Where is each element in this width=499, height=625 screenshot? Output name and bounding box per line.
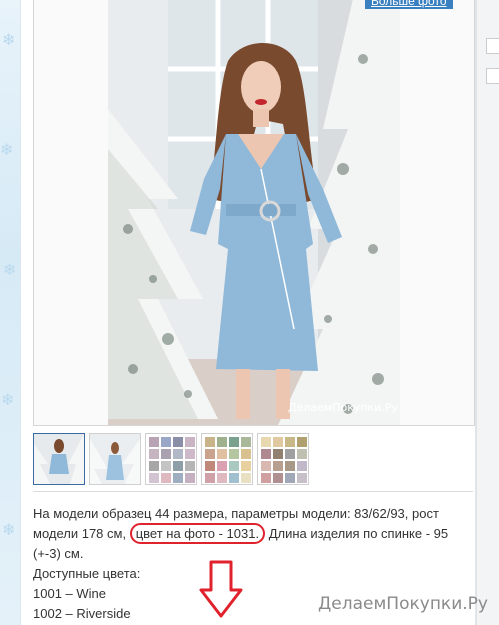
color-swatch	[205, 473, 215, 483]
color-swatch	[241, 449, 251, 459]
color-swatch	[149, 461, 159, 471]
color-swatch	[261, 473, 271, 483]
thumb-image	[90, 434, 140, 484]
color-swatch	[285, 437, 295, 447]
thumb-swatches-2[interactable]	[201, 433, 253, 485]
side-box[interactable]	[486, 38, 499, 54]
color-swatch	[297, 473, 307, 483]
color-swatch	[185, 461, 195, 471]
color-swatch	[149, 437, 159, 447]
snowflake-icon: ❄	[1, 392, 15, 409]
color-swatch	[161, 473, 171, 483]
snowflake-icon: ❄	[0, 142, 14, 159]
photo-color-highlight: цвет на фото - 1031.	[129, 523, 266, 544]
color-swatch	[229, 437, 239, 447]
product-card: ДелаемПокупки.Ру Больше фото На модели о…	[20, 0, 476, 625]
color-swatch	[273, 473, 283, 483]
color-swatch	[161, 461, 171, 471]
snowflake-icon: ❄	[2, 32, 16, 49]
color-swatch-grid	[149, 437, 195, 483]
color-swatch	[217, 437, 227, 447]
more-photos-link[interactable]: Больше фото	[365, 0, 453, 9]
thumb-photo-2[interactable]	[89, 433, 141, 485]
color-swatch	[229, 473, 239, 483]
color-swatch	[149, 449, 159, 459]
site-watermark: ДелаемПокупки.Ру	[318, 594, 488, 614]
color-swatch	[241, 473, 251, 483]
color-swatch	[185, 473, 195, 483]
color-swatch	[229, 449, 239, 459]
description-line: На модели образец 44 размера, параметры …	[33, 506, 439, 521]
snowflake-icon: ❄	[3, 262, 17, 279]
color-swatch	[217, 461, 227, 471]
thumb-swatches-3[interactable]	[257, 433, 309, 485]
color-swatch	[285, 461, 295, 471]
color-swatch	[205, 437, 215, 447]
divider	[33, 491, 473, 492]
color-swatch	[161, 437, 171, 447]
snowflake-icon: ❄	[2, 522, 16, 539]
color-swatch	[273, 461, 283, 471]
color-swatch	[285, 473, 295, 483]
color-swatch	[241, 461, 251, 471]
main-photo[interactable]: ДелаемПокупки.Ру	[33, 0, 475, 426]
color-swatch	[261, 437, 271, 447]
color-swatch	[261, 449, 271, 459]
color-swatch	[273, 449, 283, 459]
color-swatch	[273, 437, 283, 447]
right-side-panel	[476, 0, 499, 625]
side-box[interactable]	[486, 68, 499, 84]
color-swatch-grid	[261, 437, 307, 483]
model-photo-image: ДелаемПокупки.Ру	[108, 0, 400, 425]
color-swatch	[205, 461, 215, 471]
description-line: модели 178 см, цвет на фото - 1031. Длин…	[33, 523, 473, 544]
photo-watermark: ДелаемПокупки.Ру	[288, 401, 398, 414]
color-swatch	[217, 473, 227, 483]
color-swatch	[149, 473, 159, 483]
description-line: (+-3) см.	[33, 546, 84, 561]
color-swatch	[185, 437, 195, 447]
thumb-swatches-1[interactable]	[145, 433, 197, 485]
color-swatch	[173, 437, 183, 447]
color-swatch-grid	[205, 437, 251, 483]
down-arrow-icon	[199, 560, 243, 618]
color-swatch	[205, 449, 215, 459]
snowflake-background: ❄ ❄ ❄ ❄ ❄	[0, 0, 20, 625]
color-swatch	[285, 449, 295, 459]
colors-heading: Доступные цвета:	[33, 566, 141, 581]
color-swatch	[241, 437, 251, 447]
color-swatch	[229, 461, 239, 471]
color-swatch	[173, 449, 183, 459]
color-swatch	[261, 461, 271, 471]
description-text: Длина изделия по спинке - 95	[268, 526, 449, 541]
color-swatch	[297, 437, 307, 447]
thumb-image	[34, 434, 84, 484]
thumb-photo-1[interactable]	[33, 433, 85, 485]
color-swatch	[297, 461, 307, 471]
color-swatch	[185, 449, 195, 459]
color-swatch	[217, 449, 227, 459]
color-swatch	[173, 461, 183, 471]
color-swatch	[173, 473, 183, 483]
description-text: модели 178 см,	[33, 526, 127, 541]
color-swatch	[297, 449, 307, 459]
color-swatch	[161, 449, 171, 459]
